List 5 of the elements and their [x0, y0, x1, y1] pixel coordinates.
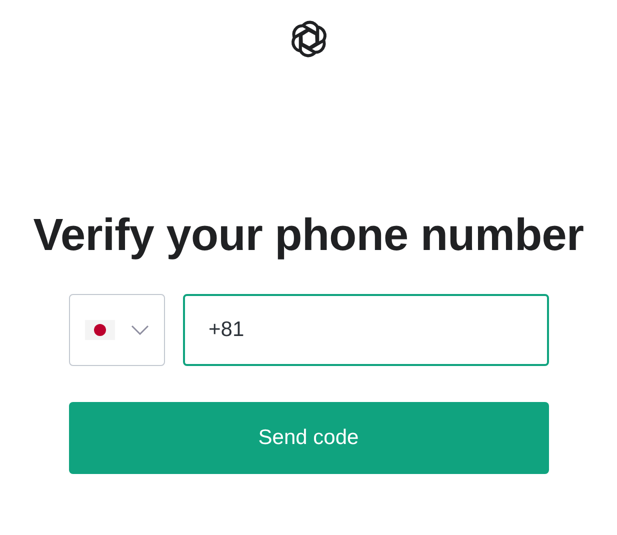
country-select[interactable]: [68, 294, 164, 366]
chevron-down-icon: [130, 325, 148, 335]
flag-icon: [84, 320, 114, 340]
page-heading: Verify your phone number: [32, 208, 585, 262]
phone-field[interactable]: +81: [182, 294, 548, 366]
